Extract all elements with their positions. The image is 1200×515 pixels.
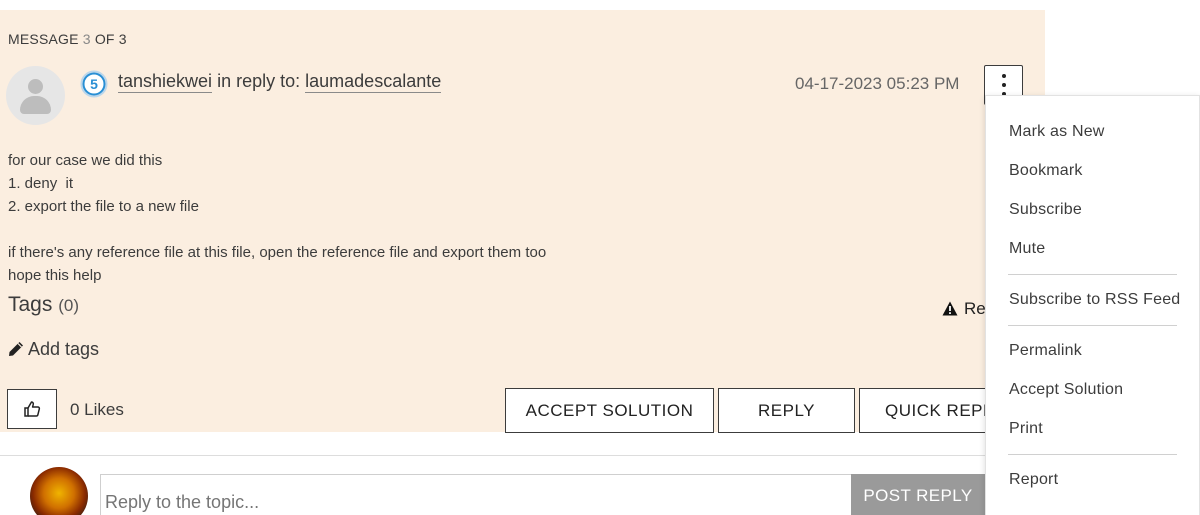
message-counter-current: 3 — [82, 31, 91, 47]
report-link-label: Re — [964, 299, 986, 318]
body-line: for our case we did this — [8, 152, 163, 169]
message-counter: MESSAGE 3 OF 3 — [8, 31, 127, 47]
avatar-body — [20, 96, 51, 114]
in-reply-to-label: in reply to: — [217, 71, 301, 91]
message-panel: MESSAGE 3 OF 3 5 tanshiekwei in reply to… — [0, 10, 1045, 433]
body-line: 1. deny it — [8, 175, 74, 192]
byline: tanshiekwei in reply to: laumadescalante — [118, 71, 442, 93]
likes-count: 0 Likes — [70, 400, 124, 419]
menu-item-subscribe-rss[interactable]: Subscribe to RSS Feed — [1009, 291, 1180, 309]
reply-button[interactable]: REPLY — [718, 388, 855, 433]
kebab-dot-icon — [1002, 83, 1006, 87]
body-line: hope this help — [8, 267, 102, 284]
menu-item-print[interactable]: Print — [1009, 420, 1043, 438]
menu-item-permalink[interactable]: Permalink — [1009, 342, 1082, 360]
report-link[interactable]: Re — [942, 299, 986, 319]
rank-badge-icon: 5 — [80, 70, 108, 98]
message-counter-of: OF — [94, 31, 115, 47]
post-reply-button[interactable]: POST REPLY — [851, 474, 985, 515]
add-tags-link[interactable]: Add tags — [8, 339, 99, 360]
like-button[interactable] — [7, 389, 57, 429]
author-link[interactable]: tanshiekwei — [118, 71, 213, 93]
kebab-dot-icon — [1002, 74, 1006, 78]
warning-icon — [942, 301, 958, 316]
thumbs-up-icon — [24, 401, 41, 417]
menu-separator — [1008, 274, 1177, 275]
post-timestamp: 04-17-2023 05:23 PM — [795, 74, 960, 93]
menu-item-bookmark[interactable]: Bookmark — [1009, 162, 1083, 180]
current-user-avatar — [30, 467, 88, 515]
message-options-menu: Mark as New Bookmark Subscribe Mute Subs… — [985, 95, 1200, 515]
avatar-head — [28, 79, 43, 94]
message-counter-total: 3 — [118, 31, 127, 47]
tags-heading: Tags (0) — [8, 293, 79, 317]
menu-separator — [1008, 325, 1177, 326]
menu-item-report[interactable]: Report — [1009, 471, 1058, 489]
menu-item-subscribe[interactable]: Subscribe — [1009, 201, 1082, 219]
message-counter-prefix: MESSAGE — [8, 31, 79, 47]
tags-count: (0) — [58, 296, 79, 315]
menu-item-accept-solution[interactable]: Accept Solution — [1009, 381, 1123, 399]
section-divider — [0, 455, 1045, 456]
author-avatar[interactable] — [6, 66, 65, 125]
add-tags-label: Add tags — [28, 339, 100, 359]
reply-input[interactable] — [100, 474, 852, 515]
rank-badge-number: 5 — [90, 76, 98, 92]
menu-item-mute[interactable]: Mute — [1009, 240, 1045, 258]
body-line: if there's any reference file at this fi… — [8, 244, 547, 261]
message-body: for our case we did this 1. deny it 2. e… — [8, 149, 546, 287]
tags-label: Tags — [8, 293, 53, 316]
pencil-icon — [9, 342, 23, 356]
menu-item-mark-as-new[interactable]: Mark as New — [1009, 123, 1105, 141]
body-line — [8, 218, 546, 241]
body-line: 2. export the file to a new file — [8, 198, 199, 215]
reply-to-user-link[interactable]: laumadescalante — [305, 71, 442, 93]
menu-separator — [1008, 454, 1177, 455]
accept-solution-button[interactable]: ACCEPT SOLUTION — [505, 388, 714, 433]
